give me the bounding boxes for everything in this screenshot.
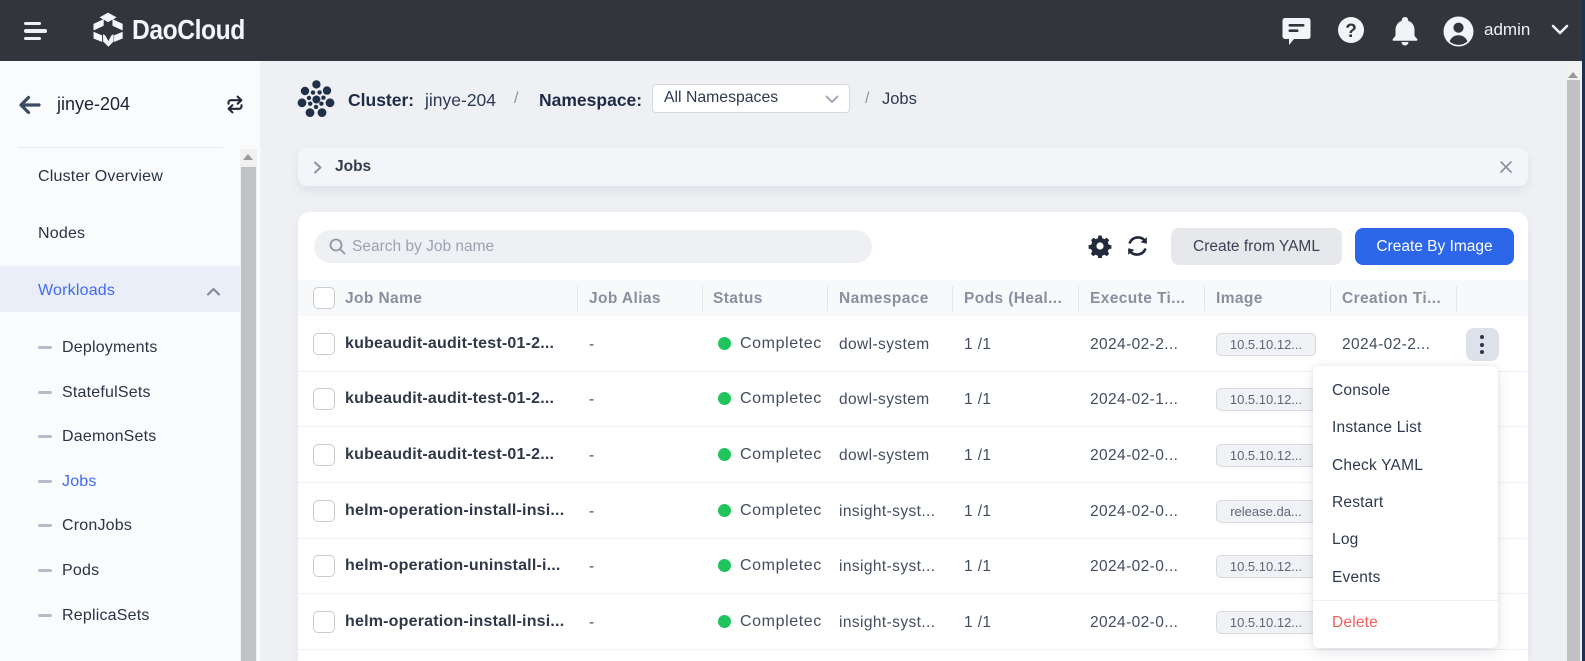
svg-text:?: ? xyxy=(1345,21,1357,42)
